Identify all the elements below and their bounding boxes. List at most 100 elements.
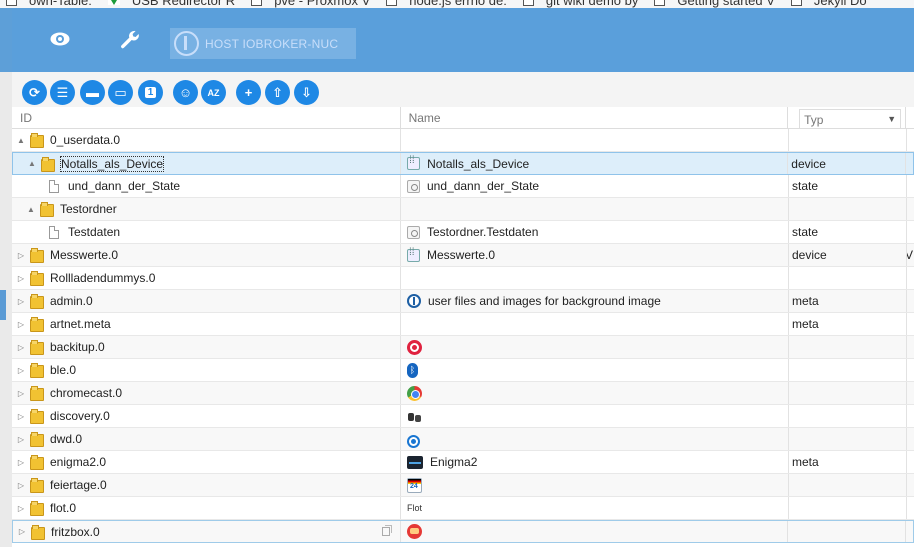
- cell-typ[interactable]: state: [789, 175, 907, 197]
- bookmark-item[interactable]: pve - Proxmox V: [245, 0, 380, 8]
- cell-name[interactable]: [401, 313, 789, 335]
- expand-toggle-icon[interactable]: ▷: [16, 412, 26, 421]
- expand-toggle-icon[interactable]: ▷: [16, 389, 26, 398]
- table-row[interactable]: ▷ Rollladendummys.0: [12, 267, 914, 290]
- table-row[interactable]: ▷ ble.0 ᛒ: [12, 359, 914, 382]
- expand-toggle-icon[interactable]: ▲: [26, 205, 36, 214]
- cell-typ[interactable]: [789, 497, 907, 519]
- expand-toggle-icon[interactable]: ▷: [16, 504, 26, 513]
- table-row[interactable]: ▷ admin.0 user files and images for backgr…: [12, 290, 914, 313]
- cell-typ[interactable]: [789, 129, 907, 151]
- upload-button[interactable]: ⇧: [265, 80, 290, 105]
- table-row[interactable]: ▷ artnet.meta meta: [12, 313, 914, 336]
- cell-typ[interactable]: [789, 336, 907, 358]
- expand-toggle-icon[interactable]: ▲: [27, 159, 37, 168]
- expand-toggle-icon[interactable]: ▷: [16, 343, 26, 352]
- cell-name[interactable]: [401, 428, 789, 450]
- collapse-all-button[interactable]: ▭: [108, 80, 133, 105]
- toggle-level-button[interactable]: 1: [138, 80, 163, 105]
- bookmark-item[interactable]: node.js errno de:: [380, 0, 517, 8]
- cell-id[interactable]: ▷ chromecast.0: [12, 382, 401, 404]
- bookmark-item[interactable]: own-Table:: [0, 0, 102, 8]
- expand-toggle-icon[interactable]: ▷: [16, 366, 26, 375]
- table-row[interactable]: ▷ Messwerte.0 Messwerte.0 device V: [12, 244, 914, 267]
- cell-name[interactable]: [401, 521, 789, 542]
- expand-toggle-icon[interactable]: ▷: [16, 297, 26, 306]
- table-row[interactable]: ▷ flot.0 Flot: [12, 497, 914, 520]
- cell-name[interactable]: [401, 129, 789, 151]
- cell-typ[interactable]: [789, 267, 907, 289]
- cell-id[interactable]: und_dann_der_State: [12, 175, 401, 197]
- cell-typ[interactable]: [788, 521, 907, 542]
- download-button[interactable]: ⇩: [294, 80, 319, 105]
- table-row[interactable]: ▷ discovery.0: [12, 405, 914, 428]
- table-row[interactable]: ▷ backitup.0: [12, 336, 914, 359]
- cell-id[interactable]: ▷ discovery.0: [12, 405, 401, 427]
- header-id[interactable]: ID: [12, 107, 401, 128]
- cell-typ[interactable]: [789, 474, 907, 496]
- cell-typ[interactable]: [789, 359, 907, 381]
- cell-name[interactable]: [401, 405, 789, 427]
- cell-typ[interactable]: [789, 428, 907, 450]
- expand-toggle-icon[interactable]: ▷: [16, 481, 26, 490]
- expand-toggle-icon[interactable]: ▲: [16, 136, 26, 145]
- cell-name[interactable]: [401, 474, 789, 496]
- cell-typ[interactable]: meta: [789, 313, 907, 335]
- bookmark-item[interactable]: USB Redirector R: [102, 0, 245, 8]
- expand-toggle-icon[interactable]: ▷: [17, 527, 27, 536]
- table-row[interactable]: ▷ enigma2.0 Enigma2 meta: [12, 451, 914, 474]
- cell-name[interactable]: Messwerte.0: [401, 244, 789, 266]
- table-row[interactable]: ▷ chromecast.0: [12, 382, 914, 405]
- cell-id[interactable]: ▷ admin.0: [12, 290, 401, 312]
- add-object-button[interactable]: +: [236, 80, 261, 105]
- cell-typ[interactable]: meta: [789, 290, 907, 312]
- cell-id[interactable]: ▲ 0_userdata.0: [12, 129, 401, 151]
- typ-filter-select[interactable]: Typ ▼: [799, 109, 902, 129]
- table-row[interactable]: Testdaten Testordner.Testdaten state: [12, 221, 914, 244]
- expand-toggle-icon[interactable]: ▷: [16, 435, 26, 444]
- cell-name[interactable]: Testordner.Testdaten: [401, 221, 789, 243]
- expand-toggle-icon[interactable]: ▷: [16, 320, 26, 329]
- wrench-icon[interactable]: [120, 30, 140, 53]
- cell-name[interactable]: [401, 336, 789, 358]
- cell-id[interactable]: ▷ enigma2.0: [12, 451, 401, 473]
- cell-name[interactable]: Flot: [401, 497, 789, 519]
- cell-id[interactable]: ▷ flot.0: [12, 497, 401, 519]
- host-selector[interactable]: HOST IOBROKER-NUC: [170, 28, 356, 59]
- bookmark-item[interactable]: git wiki demo by: [517, 0, 648, 8]
- cell-id[interactable]: ▷ Rollladendummys.0: [12, 267, 401, 289]
- table-row[interactable]: ▷ feiertage.0: [12, 474, 914, 497]
- cell-name[interactable]: user files and images for background ima…: [401, 290, 789, 312]
- cell-typ[interactable]: [789, 198, 907, 220]
- cell-name[interactable]: [401, 198, 789, 220]
- cell-typ[interactable]: [789, 382, 907, 404]
- cell-id[interactable]: ▷ dwd.0: [12, 428, 401, 450]
- cell-id[interactable]: ▷ fritzbox.0: [13, 521, 402, 542]
- expand-toggle-icon[interactable]: ▷: [16, 458, 26, 467]
- cell-typ[interactable]: meta: [789, 451, 907, 473]
- cell-id[interactable]: Testdaten: [12, 221, 401, 243]
- expand-toggle-icon[interactable]: ▷: [16, 274, 26, 283]
- cell-typ[interactable]: device: [789, 244, 907, 266]
- header-typ[interactable]: Typ ▼: [788, 107, 906, 129]
- cell-id[interactable]: ▲ Notalls_als_Device: [13, 153, 402, 174]
- expand-all-button[interactable]: ▬: [80, 80, 105, 105]
- cell-name[interactable]: Enigma2: [401, 451, 789, 473]
- cell-name[interactable]: Notalls_als_Device: [401, 153, 789, 174]
- refresh-button[interactable]: ⟳: [22, 80, 47, 105]
- table-row[interactable]: ▲ Notalls_als_Device Notalls_als_Device dev…: [12, 152, 914, 175]
- sort-az-button[interactable]: AZ: [201, 80, 226, 105]
- bookmark-item[interactable]: Jekyll Do: [785, 0, 877, 8]
- list-view-button[interactable]: ☰: [50, 80, 75, 105]
- cell-typ[interactable]: state: [789, 221, 907, 243]
- cell-id[interactable]: ▲ Testordner: [12, 198, 401, 220]
- cell-id[interactable]: ▷ backitup.0: [12, 336, 401, 358]
- table-row[interactable]: ▲ Testordner: [12, 198, 914, 221]
- copy-icon[interactable]: [382, 525, 393, 536]
- eye-icon[interactable]: [50, 32, 70, 49]
- cell-name[interactable]: und_dann_der_State: [401, 175, 789, 197]
- cell-name[interactable]: [401, 267, 789, 289]
- table-row[interactable]: ▷ dwd.0: [12, 428, 914, 451]
- cell-name[interactable]: [401, 382, 789, 404]
- expand-toggle-icon[interactable]: ▷: [16, 251, 26, 260]
